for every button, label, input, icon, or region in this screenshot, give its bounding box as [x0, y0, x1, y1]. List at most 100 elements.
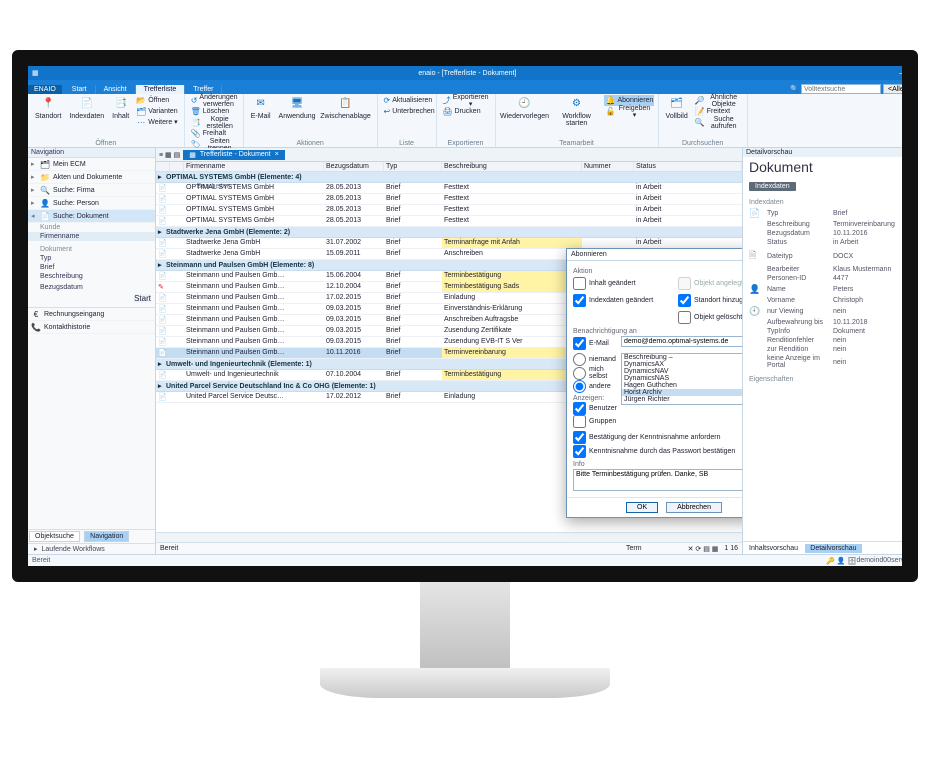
list-item[interactable]: Beschreibung –	[622, 354, 742, 361]
ribbon-button[interactable]: 🗂Vollbild	[663, 95, 691, 128]
list-item[interactable]: Hagen Guthchen	[622, 382, 742, 389]
nav-sub2-label: Dokument	[28, 245, 155, 254]
cb-kenntnisnahme[interactable]: Kenntnisnahme durch das Passwort bestäti…	[573, 445, 742, 458]
cb-inhalt[interactable]: Inhalt geändert	[573, 277, 670, 290]
cb-angelegt[interactable]: Objekt angelegt	[678, 277, 742, 290]
cb-index[interactable]: Indexdaten geändert	[573, 294, 670, 307]
navigation-panel: Navigation ▸🗂Mein ECM▸📁Akten und Dokumen…	[28, 148, 156, 554]
nav-item[interactable]: ▸👤Suche: Person	[28, 197, 155, 210]
restore-button[interactable]: ❐	[908, 69, 918, 77]
nav-item[interactable]: ▸📁Akten und Dokumente	[28, 171, 155, 184]
ribbon-icon: 🖨	[443, 107, 453, 117]
nav-sub2-item[interactable]: Brief	[28, 263, 155, 272]
nav-sub2-item[interactable]: Bezugsdatum	[28, 283, 155, 292]
nav-sub2-item[interactable]: Beschreibung	[28, 272, 155, 281]
horizontal-scrollbar[interactable]	[156, 532, 742, 542]
ribbon-icon: 📄	[79, 96, 95, 112]
ribbon-button[interactable]: 📑Kopie erstellen	[189, 117, 239, 128]
title-bar: ▦ enaio - [Trefferliste - Dokument] – ❐ …	[28, 66, 918, 80]
tab-trefferliste[interactable]: Trefferliste	[136, 85, 186, 94]
ribbon-icon: ✉	[253, 96, 269, 112]
table-row[interactable]: 📄OPTIMAL SYSTEMS GmbH28.05.2013BriefFest…	[156, 194, 742, 205]
ribbon-button[interactable]: ⚙Workflow starten	[552, 95, 602, 128]
radio-andere[interactable]: andere	[573, 380, 619, 393]
ribbon-button[interactable]: 📂Öffnen	[134, 95, 179, 106]
fulltext-search-input[interactable]	[801, 84, 881, 94]
ok-button[interactable]: OK	[626, 502, 658, 513]
group-row[interactable]: ▸Stadtwerke Jena GmbH (Elemente: 2)	[156, 227, 742, 238]
nav-item[interactable]: ▸🔍Suche: Firma	[28, 184, 155, 197]
info-textarea[interactable]: Bitte Terminbestätigung prüfen. Danke, S…	[573, 469, 742, 491]
table-row[interactable]: 📄OPTIMAL SYSTEMS GmbH28.05.2013BriefFest…	[156, 216, 742, 227]
ribbon-button[interactable]: 📍Standort	[32, 95, 64, 128]
detail-field: Renditionfehlernein	[749, 336, 918, 345]
email-input[interactable]	[621, 336, 742, 347]
ribbon-button[interactable]: 🔍Suche aufrufen	[693, 117, 743, 128]
radio-mich[interactable]: mich selbst	[573, 366, 619, 380]
nav-sub1-item[interactable]: Firmenname	[28, 232, 155, 241]
detail-footer-tab[interactable]: Detailvorschau	[805, 544, 861, 553]
list-item[interactable]: DynamicsNAS	[622, 375, 742, 382]
ribbon-button[interactable]: 📋Zwischenablage	[321, 95, 371, 121]
table-row[interactable]: 📄OPTIMAL SYSTEMS GmbH28.05.2013BriefFest…	[156, 205, 742, 216]
list-item[interactable]: DynamicsNAV	[622, 368, 742, 375]
col-firmenname[interactable]: Firmenname	[184, 162, 324, 171]
ribbon-button[interactable]: ↺Änderungen verwerfen	[189, 95, 239, 106]
ribbon-button[interactable]: ⟳Aktualisieren	[382, 95, 432, 106]
ribbon-button[interactable]: 🔓Freigeben ▾	[604, 106, 654, 117]
ribbon-button[interactable]: 🖥Anwendung	[276, 95, 319, 121]
nav-start-button[interactable]: Start	[134, 294, 151, 303]
row-icon: 📄	[156, 183, 170, 193]
list-item[interactable]: Jürgen Richter	[622, 396, 742, 403]
workflows-label[interactable]: ▸Laufende Workflows	[28, 543, 155, 554]
cb-bestaetigung[interactable]: Bestätigung der Kenntnisnahme anfordern	[573, 431, 742, 444]
nav-sub2-item[interactable]: Typ	[28, 254, 155, 263]
search-scope-select[interactable]: <Alle>	[883, 84, 918, 94]
app-menu-button[interactable]: ENAIO	[28, 85, 62, 94]
col-bezugsdatum[interactable]: Bezugsdatum	[324, 162, 384, 171]
detail-chip[interactable]: Indexdaten	[749, 182, 796, 191]
subscribe-dialog: Abonnieren × Aktion Inhalt geändert Obje…	[566, 248, 742, 518]
tab-ansicht[interactable]: Ansicht	[96, 85, 136, 94]
ribbon-button[interactable]: 🕘Wiedervorlegen	[500, 95, 550, 128]
cb-geloescht[interactable]: Objekt gelöscht	[678, 311, 742, 324]
ribbon-button[interactable]: ⋯Weitere ▾	[134, 117, 179, 128]
col-typ[interactable]: Typ	[384, 162, 442, 171]
list-item[interactable]: DynamicsAX	[622, 361, 742, 368]
nav-footer-tab[interactable]: Navigation	[84, 531, 129, 542]
document-tab[interactable]: ▦ Trefferliste - Dokument ×	[183, 150, 285, 160]
col-nummer[interactable]: Nummer	[582, 162, 634, 171]
cb-standort[interactable]: Standort hinzugefügt	[678, 294, 742, 307]
radio-niemand[interactable]: niemand	[573, 353, 619, 366]
col-beschreibung[interactable]: Beschreibung	[442, 162, 582, 171]
nav-lower-item[interactable]: 📞Kontakthistorie	[28, 321, 155, 334]
close-tab-icon[interactable]: ×	[275, 151, 279, 158]
nav-item[interactable]: ◂📄Suche: Dokument	[28, 210, 155, 223]
tab-start[interactable]: Start	[64, 85, 96, 94]
row-icon: 📄	[156, 194, 170, 204]
ribbon-button[interactable]: 🔎Ähnliche Objekte	[693, 95, 743, 106]
group-row[interactable]: ▸OPTIMAL SYSTEMS GmbH (Elemente: 4)	[156, 172, 742, 183]
col-status[interactable]: Status	[634, 162, 742, 171]
ribbon-button[interactable]: ⤴Exportieren ▾	[441, 95, 491, 106]
minimize-button[interactable]: –	[896, 70, 906, 77]
ribbon-button[interactable]: 📄Indexdaten	[66, 95, 107, 128]
cb-email[interactable]: E-Mail	[573, 337, 619, 350]
row-icon: 📄	[156, 293, 170, 303]
nav-lower-item[interactable]: €Rechnungseingang	[28, 308, 155, 321]
ribbon-button[interactable]: 📑Inhalt	[109, 95, 132, 128]
cancel-button[interactable]: Abbrechen	[666, 502, 722, 513]
ribbon-button[interactable]: 🗂Varianten	[134, 106, 179, 117]
user-listbox[interactable]: Beschreibung –DynamicsAXDynamicsNAVDynam…	[621, 353, 742, 405]
ribbon-button[interactable]: ↩Unterbrechen	[382, 106, 432, 117]
nav-item[interactable]: ▸🗂Mein ECM	[28, 158, 155, 171]
nav-footer-tab[interactable]: Objektsuche	[29, 531, 80, 542]
cb-gruppen[interactable]: Gruppen	[573, 415, 619, 428]
list-item[interactable]: Horst Archiv	[622, 389, 742, 396]
table-row[interactable]: 📄OPTIMAL SYSTEMS GmbH28.05.2013BriefFest…	[156, 183, 742, 194]
ribbon-button[interactable]: ✉E-Mail	[248, 95, 274, 121]
ribbon-icon: 🗂	[669, 96, 685, 112]
cb-benutzer[interactable]: Benutzer	[573, 402, 619, 415]
detail-footer-tab[interactable]: Inhaltsvorschau	[744, 544, 803, 553]
ribbon-button[interactable]: 🖨Drucken	[441, 106, 491, 117]
